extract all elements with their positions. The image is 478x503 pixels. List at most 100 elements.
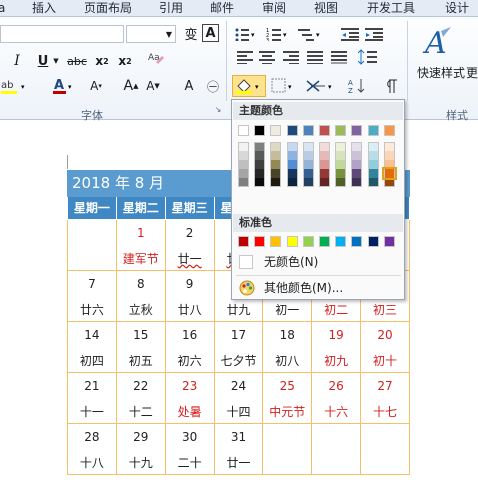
tab-mailings[interactable]: 邮件 (210, 0, 234, 17)
calendar-day-cell[interactable]: 26 十六 (311, 372, 362, 424)
calendar-day-cell[interactable]: 25 中元节 (262, 372, 313, 424)
standard-color-swatch[interactable] (238, 236, 249, 247)
align-right-icon[interactable] (280, 48, 302, 66)
increase-indent-icon[interactable] (364, 25, 384, 43)
theme-color-swatch[interactable] (302, 125, 314, 136)
theme-shade-swatch[interactable] (351, 178, 363, 187)
theme-color-swatch[interactable] (351, 125, 363, 136)
theme-shade-swatch[interactable] (286, 160, 298, 169)
dialog-launcher-icon[interactable]: ↘ (213, 104, 223, 114)
calendar-day-cell[interactable] (311, 423, 362, 475)
tab-developer[interactable]: 开发工具 (367, 0, 415, 17)
char-shading-icon[interactable]: A ▾ (86, 76, 106, 96)
theme-shade-swatch[interactable] (254, 178, 266, 187)
theme-color-swatch[interactable] (270, 125, 282, 136)
standard-color-swatch[interactable] (302, 236, 314, 247)
theme-shade-swatch[interactable] (383, 178, 395, 187)
theme-shade-swatch[interactable] (286, 178, 298, 187)
theme-shade-swatch[interactable] (367, 151, 379, 160)
strikethrough-button[interactable]: abc (66, 52, 88, 70)
theme-shade-swatch[interactable] (270, 178, 282, 187)
asian-layout-icon[interactable]: ▾ (304, 75, 338, 97)
calendar-day-cell[interactable]: 19 初九 (311, 321, 362, 373)
tab-design[interactable]: 设计 (445, 0, 469, 17)
superscript-button[interactable]: x2 (115, 52, 135, 70)
calendar-day-cell[interactable]: 21 十一 (67, 372, 117, 424)
calendar-day-cell[interactable]: 15 初五 (115, 321, 166, 373)
standard-color-swatch[interactable] (351, 236, 363, 247)
align-center-icon[interactable] (256, 48, 278, 66)
calendar-day-cell[interactable]: 17 七夕节 (213, 321, 264, 373)
theme-shade-swatch[interactable] (254, 142, 266, 151)
calendar-day-cell[interactable] (360, 423, 410, 475)
standard-color-swatch[interactable] (286, 236, 298, 247)
theme-shade-swatch[interactable] (286, 169, 298, 178)
calendar-day-cell[interactable]: 28 十八 (67, 423, 117, 475)
bullets-icon[interactable]: ▾ (232, 25, 258, 43)
calendar-day-cell[interactable]: 24 十四 (213, 372, 264, 424)
line-spacing-icon[interactable] (356, 48, 382, 66)
theme-color-swatch[interactable] (335, 125, 347, 136)
tab-start-partial[interactable]: a (0, 0, 8, 17)
theme-shade-swatch[interactable] (302, 178, 314, 187)
theme-shade-swatch[interactable] (351, 151, 363, 160)
theme-shade-swatch[interactable] (383, 151, 395, 160)
theme-shade-swatch[interactable] (286, 151, 298, 160)
standard-color-swatch[interactable] (319, 236, 330, 247)
weekday-header[interactable]: 星期二 (115, 196, 166, 220)
theme-shade-swatch[interactable] (335, 160, 347, 169)
clear-formatting-icon[interactable]: Aa (146, 49, 166, 69)
change-case-icon[interactable]: A (180, 76, 198, 96)
calendar-day-cell[interactable]: 30 二十 (164, 423, 215, 475)
weekday-header[interactable]: 星期一 (67, 196, 117, 220)
standard-color-swatch[interactable] (270, 236, 282, 247)
phonetic-guide-icon[interactable]: 变 (182, 23, 200, 43)
theme-shade-swatch[interactable] (254, 151, 266, 160)
theme-color-swatch[interactable] (254, 125, 266, 136)
theme-shade-swatch[interactable] (351, 160, 363, 169)
theme-shade-swatch[interactable] (286, 142, 298, 151)
shrink-font-icon[interactable]: A ▼ (144, 76, 162, 96)
standard-color-swatch[interactable] (335, 236, 347, 247)
theme-shade-swatch[interactable] (238, 151, 249, 160)
font-color-icon[interactable]: A ▾ (52, 76, 76, 96)
standard-color-swatch[interactable] (254, 236, 266, 247)
theme-shade-swatch[interactable] (367, 178, 379, 187)
theme-shade-swatch[interactable] (367, 169, 379, 178)
theme-shade-swatch[interactable] (383, 160, 395, 169)
theme-shade-swatch[interactable] (270, 151, 282, 160)
calendar-day-cell[interactable]: 2 廿一 (164, 219, 215, 271)
theme-shade-swatch[interactable] (238, 169, 249, 178)
font-name-box[interactable] (0, 25, 124, 43)
theme-shade-swatch[interactable] (254, 160, 266, 169)
theme-shade-swatch[interactable] (270, 160, 282, 169)
borders-icon[interactable]: ▾ (268, 75, 298, 97)
change-styles-label[interactable]: 更 (466, 65, 478, 80)
theme-color-swatch[interactable] (238, 125, 249, 136)
theme-color-swatch[interactable] (383, 125, 395, 136)
theme-shade-swatch[interactable] (351, 142, 363, 151)
theme-shade-swatch[interactable] (302, 160, 314, 169)
calendar-day-cell[interactable]: 22 十二 (115, 372, 166, 424)
calendar-day-cell[interactable]: 9 廿八 (164, 270, 215, 322)
theme-shade-swatch[interactable] (302, 142, 314, 151)
calendar-day-cell[interactable]: 18 初八 (262, 321, 313, 373)
calendar-day-cell[interactable]: 16 初六 (164, 321, 215, 373)
tab-insert[interactable]: 插入 (32, 0, 56, 17)
chevron-down-icon[interactable]: ▼ (52, 52, 60, 70)
tab-page-layout[interactable]: 页面布局 (84, 0, 132, 17)
weekday-header[interactable]: 星期三 (164, 196, 215, 220)
calendar-day-cell[interactable]: 8 立秋 (115, 270, 166, 322)
more-colors-item[interactable]: 其他颜色(M)... (236, 277, 401, 299)
theme-shade-swatch[interactable] (270, 169, 282, 178)
standard-color-swatch[interactable] (383, 236, 395, 247)
calendar-day-cell[interactable]: 29 十九 (115, 423, 166, 475)
theme-shade-swatch[interactable] (319, 178, 330, 187)
calendar-day-cell[interactable]: 20 初十 (360, 321, 410, 373)
sort-icon[interactable]: AZ (346, 75, 376, 97)
grow-font-icon[interactable]: A ▲ (122, 76, 140, 96)
tab-references[interactable]: 引用 (159, 0, 183, 17)
quick-styles-icon[interactable]: A (420, 23, 456, 63)
theme-shade-swatch[interactable] (319, 169, 330, 178)
enclose-characters-icon[interactable]: ㊀ (204, 76, 222, 96)
